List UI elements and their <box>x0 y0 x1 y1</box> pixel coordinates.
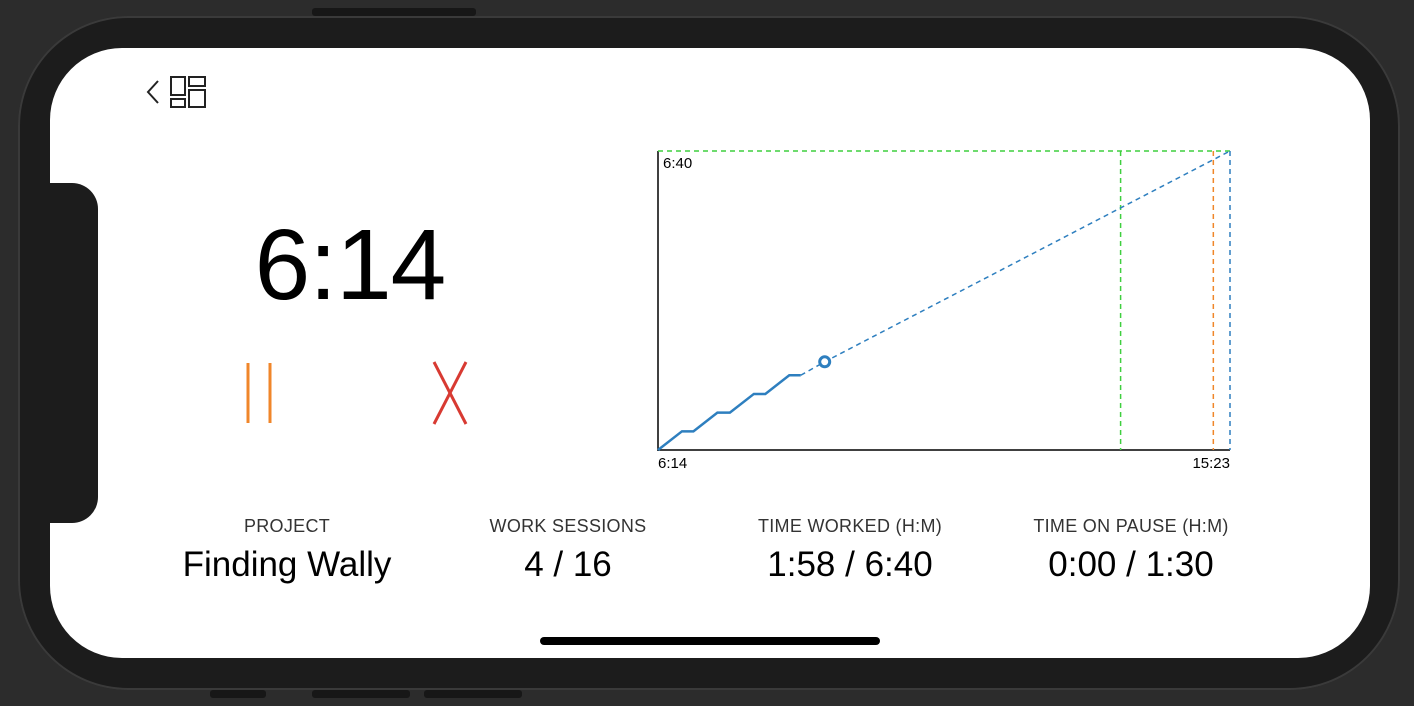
stat-label: PROJECT <box>243 516 331 536</box>
app-screen: 6:14 6:40 6:14 15:23 PROJECT Finding Wal… <box>50 48 1370 658</box>
chevron-left-icon[interactable] <box>144 77 162 107</box>
progress-chart-svg: 6:40 6:14 15:23 <box>657 150 1231 472</box>
display-notch <box>50 183 98 523</box>
dashboard-icon[interactable] <box>168 74 208 110</box>
y-top-tick-label: 6:40 <box>663 155 692 172</box>
stat-label: WORK SESSIONS <box>489 516 647 536</box>
hardware-button <box>424 690 522 698</box>
progress-chart: 6:40 6:14 15:23 <box>650 143 1240 473</box>
cancel-button[interactable] <box>420 360 480 430</box>
stat-time-worked: TIME WORKED (H:M) 1:58 / 6:40 <box>700 516 1000 585</box>
stat-work-sessions: WORK SESSIONS 4 / 16 <box>418 516 718 585</box>
pause-icon <box>240 361 280 430</box>
stats-row: PROJECT Finding Wally WORK SESSIONS 4 / … <box>50 516 1370 596</box>
hardware-button <box>312 690 410 698</box>
hardware-button <box>312 8 476 16</box>
x-start-tick-label: 6:14 <box>658 455 687 472</box>
actual-progress-line <box>657 374 801 451</box>
close-icon <box>430 360 470 431</box>
pause-button[interactable] <box>230 360 290 430</box>
nav-bar <box>144 74 208 110</box>
x-end-tick-label: 15:23 <box>1192 455 1230 472</box>
projected-progress-line <box>800 150 1231 376</box>
current-point-marker <box>818 355 832 369</box>
stat-label: TIME WORKED (H:M) <box>757 516 943 536</box>
stat-value: 1:58 / 6:40 <box>767 545 933 584</box>
stat-value: 0:00 / 1:30 <box>1048 545 1214 584</box>
stat-label: TIME ON PAUSE (H:M) <box>1033 516 1229 536</box>
stat-value: 4 / 16 <box>524 545 612 584</box>
elapsed-timer: 6:14 <box>254 209 447 321</box>
home-indicator[interactable] <box>540 637 880 645</box>
stat-time-on-pause: TIME ON PAUSE (H:M) 0:00 / 1:30 <box>981 516 1281 585</box>
hardware-button <box>210 690 266 698</box>
stat-project: PROJECT Finding Wally <box>137 516 437 585</box>
stat-value: Finding Wally <box>182 545 392 584</box>
